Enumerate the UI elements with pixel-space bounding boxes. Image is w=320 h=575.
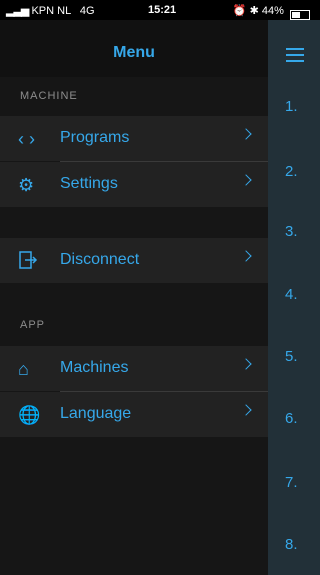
chevron-right-icon (240, 404, 252, 416)
side-menu: Menu MACHINE ‹ › Programs ⚙ Settings Dis… (0, 20, 268, 575)
globe-icon: 🌐 (18, 405, 41, 425)
step-number: 7. (285, 474, 298, 491)
battery-icon (290, 10, 310, 21)
status-bar: ▂▃▅ KPN NL 4G 15:21 ⏰ ✱ 44% (0, 0, 320, 21)
house-icon: ⌂ (18, 359, 29, 379)
menu-title: Menu (113, 44, 155, 61)
step-number: 8. (285, 536, 298, 553)
menu-item-settings[interactable]: ⚙ Settings (0, 162, 268, 207)
menu-item-disconnect[interactable]: Disconnect (0, 238, 268, 283)
step-number: 5. (285, 348, 298, 365)
section-label-machine: MACHINE (20, 90, 78, 102)
chevron-right-icon (240, 358, 252, 370)
content-peek: 1. 2. 3. 4. 5. 6. 7. 8. (268, 20, 320, 575)
step-number: 1. (285, 98, 298, 115)
chevron-right-icon (240, 250, 252, 262)
menu-item-machines[interactable]: ⌂ Machines (0, 346, 268, 391)
chevron-right-icon (240, 128, 252, 140)
battery-indicator: ⏰ ✱ 44% (232, 4, 310, 21)
bluetooth-icon: ✱ (249, 5, 259, 17)
code-brackets-icon: ‹ › (18, 129, 35, 149)
step-number: 4. (285, 286, 298, 303)
menu-header: Menu (0, 20, 268, 77)
hamburger-menu-icon[interactable] (286, 48, 304, 66)
exit-icon (18, 250, 42, 272)
alarm-icon: ⏰ (232, 5, 247, 17)
step-number: 6. (285, 410, 298, 427)
menu-item-language[interactable]: 🌐 Language (0, 392, 268, 437)
gear-icon: ⚙ (18, 175, 35, 195)
chevron-right-icon (240, 174, 252, 186)
step-number: 2. (285, 163, 298, 180)
step-number: 3. (285, 223, 298, 240)
menu-item-programs[interactable]: ‹ › Programs (0, 116, 268, 161)
section-label-app: APP (20, 319, 46, 331)
signal-carrier: ▂▃▅ KPN NL 4G (6, 5, 95, 17)
signal-icon: ▂▃▅ (6, 5, 29, 17)
clock: 15:21 (148, 4, 177, 16)
